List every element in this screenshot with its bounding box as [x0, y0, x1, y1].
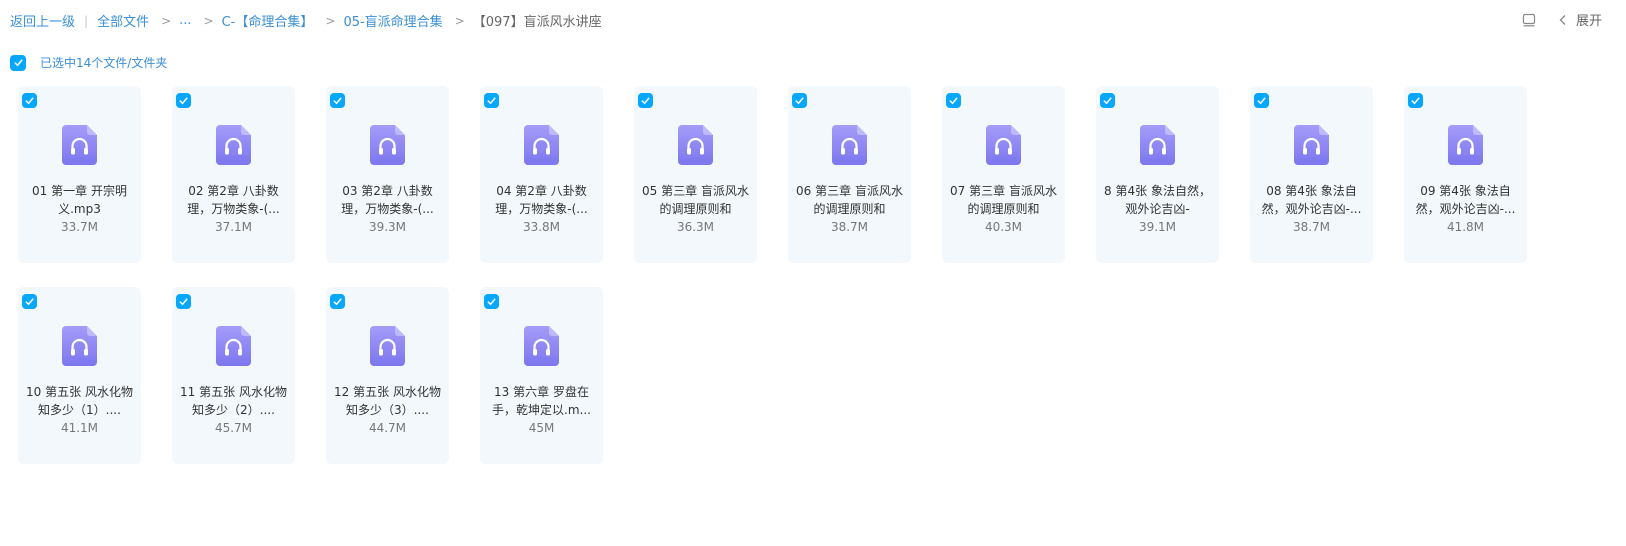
file-checkbox[interactable] [792, 93, 807, 108]
file-size: 45M [528, 421, 555, 435]
audio-file-icon [216, 125, 251, 165]
audio-file-icon [1448, 125, 1483, 165]
audio-file-icon [1140, 125, 1175, 165]
panel-toggle-icon[interactable] [1522, 13, 1536, 27]
file-name: 10 第五张 风水化物知多少（1）.... [26, 385, 133, 417]
file-size: 33.7M [60, 220, 99, 234]
file-name: 08 第4张 象法自然，观外论吉凶-... [1261, 184, 1362, 216]
file-checkbox[interactable] [330, 93, 345, 108]
file-card[interactable]: 11 第五张 风水化物知多少（2）.... 45.7M [172, 287, 295, 464]
file-card[interactable]: 05 第三章 盲派风水的调理原则和 36.3M [634, 86, 757, 263]
file-checkbox[interactable] [1254, 93, 1269, 108]
file-name: 04 第2章 八卦数理，万物类象-(... [495, 184, 588, 216]
file-size: 40.3M [984, 220, 1023, 234]
file-grid: 01 第一章 开宗明义.mp3 33.7M 02 第2章 八卦数理，万物类象-(..… [18, 86, 1558, 464]
right-toolbar: 展开 [1522, 10, 1602, 29]
file-card[interactable]: 13 第六章 罗盘在手，乾坤定以.m... 45M [480, 287, 603, 464]
file-name: 11 第五张 风水化物知多少（2）.... [180, 385, 287, 417]
file-size: 37.1M [214, 220, 253, 234]
audio-file-icon [370, 326, 405, 366]
file-name: 05 第三章 盲派风水的调理原则和 [642, 184, 749, 216]
breadcrumb-item-current: 【097】盲派风水讲座 [472, 15, 602, 30]
chevron-left-icon[interactable] [1558, 14, 1568, 26]
audio-file-icon [62, 326, 97, 366]
file-checkbox[interactable] [176, 294, 191, 309]
breadcrumb-item-all-files[interactable]: 全部文件 [97, 11, 149, 30]
file-checkbox[interactable] [22, 93, 37, 108]
back-link[interactable]: 返回上一级 [10, 11, 75, 30]
file-card[interactable]: 09 第4张 象法自然，观外论吉凶-... 41.8M [1404, 86, 1527, 263]
file-size: 44.7M [368, 421, 407, 435]
breadcrumb-separator: > [161, 13, 172, 28]
file-checkbox[interactable] [176, 93, 191, 108]
file-checkbox[interactable] [22, 294, 37, 309]
selection-count-text: 已选中14个文件/文件夹 [40, 56, 168, 70]
file-size: 39.1M [1138, 220, 1177, 234]
file-name: 12 第五张 风水化物知多少（3）.... [334, 385, 441, 417]
breadcrumb-separator: > [454, 13, 465, 28]
file-card[interactable]: 07 第三章 盲派风水的调理原则和 40.3M [942, 86, 1065, 263]
audio-file-icon [1294, 125, 1329, 165]
file-checkbox[interactable] [484, 294, 499, 309]
expand-button[interactable]: 展开 [1576, 10, 1602, 29]
file-size: 39.3M [368, 220, 407, 234]
file-size: 38.7M [830, 220, 869, 234]
breadcrumb-divider: | [84, 13, 89, 28]
file-name: 02 第2章 八卦数理，万物类象-(... [187, 184, 280, 216]
audio-file-icon [370, 125, 405, 165]
file-size: 41.8M [1446, 220, 1485, 234]
file-checkbox[interactable] [484, 93, 499, 108]
file-card[interactable]: 08 第4张 象法自然，观外论吉凶-... 38.7M [1250, 86, 1373, 263]
file-name: 8 第4张 象法自然，观外论吉凶- [1104, 184, 1211, 216]
audio-file-icon [524, 326, 559, 366]
file-checkbox[interactable] [946, 93, 961, 108]
file-name: 13 第六章 罗盘在手，乾坤定以.m... [492, 385, 591, 417]
audio-file-icon [678, 125, 713, 165]
file-card[interactable]: 10 第五张 风水化物知多少（1）.... 41.1M [18, 287, 141, 464]
file-card[interactable]: 8 第4张 象法自然，观外论吉凶- 39.1M [1096, 86, 1219, 263]
file-size: 38.7M [1292, 220, 1331, 234]
breadcrumb: 返回上一级 | 全部文件 > ... > C-【命理合集】 > 05-盲派命理合… [10, 11, 602, 30]
file-card[interactable]: 03 第2章 八卦数理，万物类象-(... 39.3M [326, 86, 449, 263]
audio-file-icon [62, 125, 97, 165]
file-size: 36.3M [676, 220, 715, 234]
breadcrumb-item-subfolder[interactable]: 05-盲派命理合集 [343, 11, 442, 30]
file-name: 07 第三章 盲派风水的调理原则和 [950, 184, 1057, 216]
file-size: 45.7M [214, 421, 253, 435]
breadcrumb-item-collection[interactable]: C-【命理合集】 [222, 11, 314, 30]
file-name: 01 第一章 开宗明义.mp3 [32, 184, 127, 216]
audio-file-icon [216, 326, 251, 366]
file-checkbox[interactable] [1408, 93, 1423, 108]
file-name: 03 第2章 八卦数理，万物类象-(... [341, 184, 434, 216]
breadcrumb-separator: > [203, 13, 214, 28]
breadcrumb-item-ellipsis[interactable]: ... [179, 13, 191, 28]
file-card[interactable]: 01 第一章 开宗明义.mp3 33.7M [18, 86, 141, 263]
file-checkbox[interactable] [1100, 93, 1115, 108]
file-card[interactable]: 12 第五张 风水化物知多少（3）.... 44.7M [326, 287, 449, 464]
selection-bar: 已选中14个文件/文件夹 [10, 54, 167, 71]
file-checkbox[interactable] [330, 294, 345, 309]
audio-file-icon [524, 125, 559, 165]
file-checkbox[interactable] [638, 93, 653, 108]
breadcrumb-separator: > [325, 13, 336, 28]
audio-file-icon [986, 125, 1021, 165]
select-all-checkbox[interactable] [10, 54, 26, 71]
file-size: 33.8M [522, 220, 561, 234]
file-name: 06 第三章 盲派风水的调理原则和 [796, 184, 903, 216]
top-bar: 返回上一级 | 全部文件 > ... > C-【命理合集】 > 05-盲派命理合… [0, 0, 1626, 40]
file-card[interactable]: 04 第2章 八卦数理，万物类象-(... 33.8M [480, 86, 603, 263]
audio-file-icon [832, 125, 867, 165]
file-size: 41.1M [60, 421, 99, 435]
file-name: 09 第4张 象法自然，观外论吉凶-... [1415, 184, 1516, 216]
file-card[interactable]: 06 第三章 盲派风水的调理原则和 38.7M [788, 86, 911, 263]
file-card[interactable]: 02 第2章 八卦数理，万物类象-(... 37.1M [172, 86, 295, 263]
